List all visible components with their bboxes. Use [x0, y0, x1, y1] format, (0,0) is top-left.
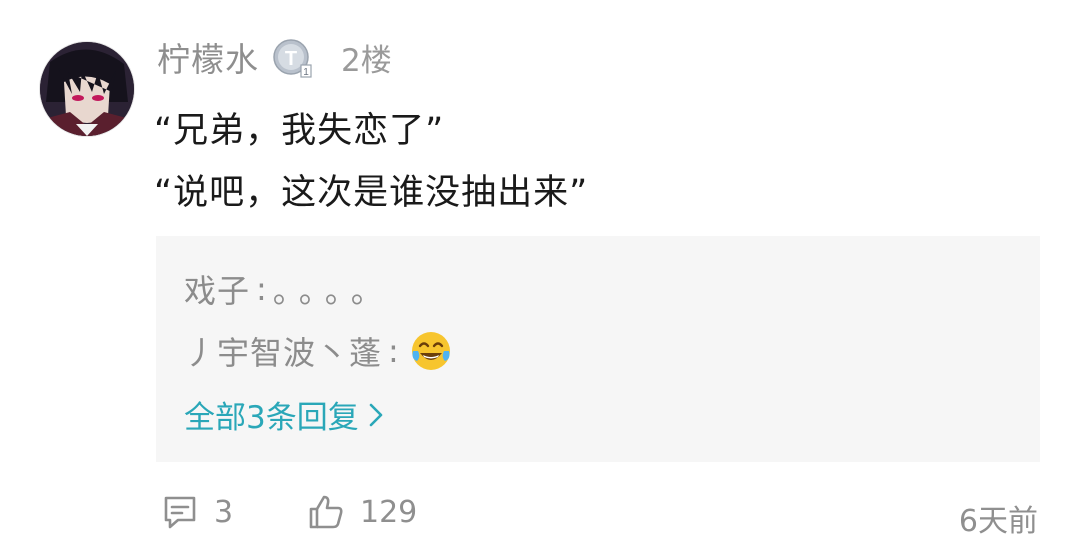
view-all-replies-link[interactable]: 全部3条回复 [184, 392, 385, 437]
view-all-replies-label: 全部3条回复 [184, 400, 359, 436]
reply-author[interactable]: 丿宇智波丶蓬 [184, 328, 382, 374]
level-badge-icon: T 1 [271, 35, 315, 79]
thumbs-up-icon [309, 495, 343, 529]
replies-preview[interactable]: 戏子 : 。。。。 丿宇智波丶蓬 : 全部3条回复 [156, 236, 1040, 462]
like-count: 129 [360, 494, 418, 530]
comment-card: 柠檬水 T 1 2楼 “兄弟，我失恋了” “说吧，这次是谁没抽出来” 戏子 : … [0, 0, 1080, 548]
chevron-right-icon [367, 401, 385, 429]
reply-button[interactable]: 3 [160, 492, 233, 532]
reply-text: 。。。。 [272, 272, 393, 310]
reply-separator: : [388, 332, 399, 370]
username[interactable]: 柠檬水 [157, 33, 259, 81]
timestamp: 6天前 [958, 504, 1038, 539]
tears-of-joy-emoji-icon [409, 329, 453, 373]
comment-text-line: “兄弟，我失恋了” [154, 111, 445, 151]
avatar[interactable] [40, 42, 134, 136]
comment-text-line: “说吧，这次是谁没抽出来” [154, 173, 589, 213]
svg-text:1: 1 [303, 67, 309, 78]
comment-footer: 3 129 6天前 [0, 492, 1080, 539]
comment-icon [164, 496, 196, 529]
avatar-image [40, 42, 134, 136]
svg-text:T: T [285, 48, 297, 70]
comment-header: 柠檬水 T 1 2楼 [157, 32, 392, 82]
reply-author[interactable]: 戏子 [184, 266, 250, 312]
like-button[interactable]: 129 [306, 492, 417, 532]
comment-count: 3 [214, 494, 234, 530]
reply-item[interactable]: 丿宇智波丶蓬 : [184, 328, 453, 374]
reply-item[interactable]: 戏子 : 。。。。 [184, 266, 393, 312]
reply-separator: : [256, 270, 267, 308]
floor-label: 2楼 [341, 42, 392, 79]
